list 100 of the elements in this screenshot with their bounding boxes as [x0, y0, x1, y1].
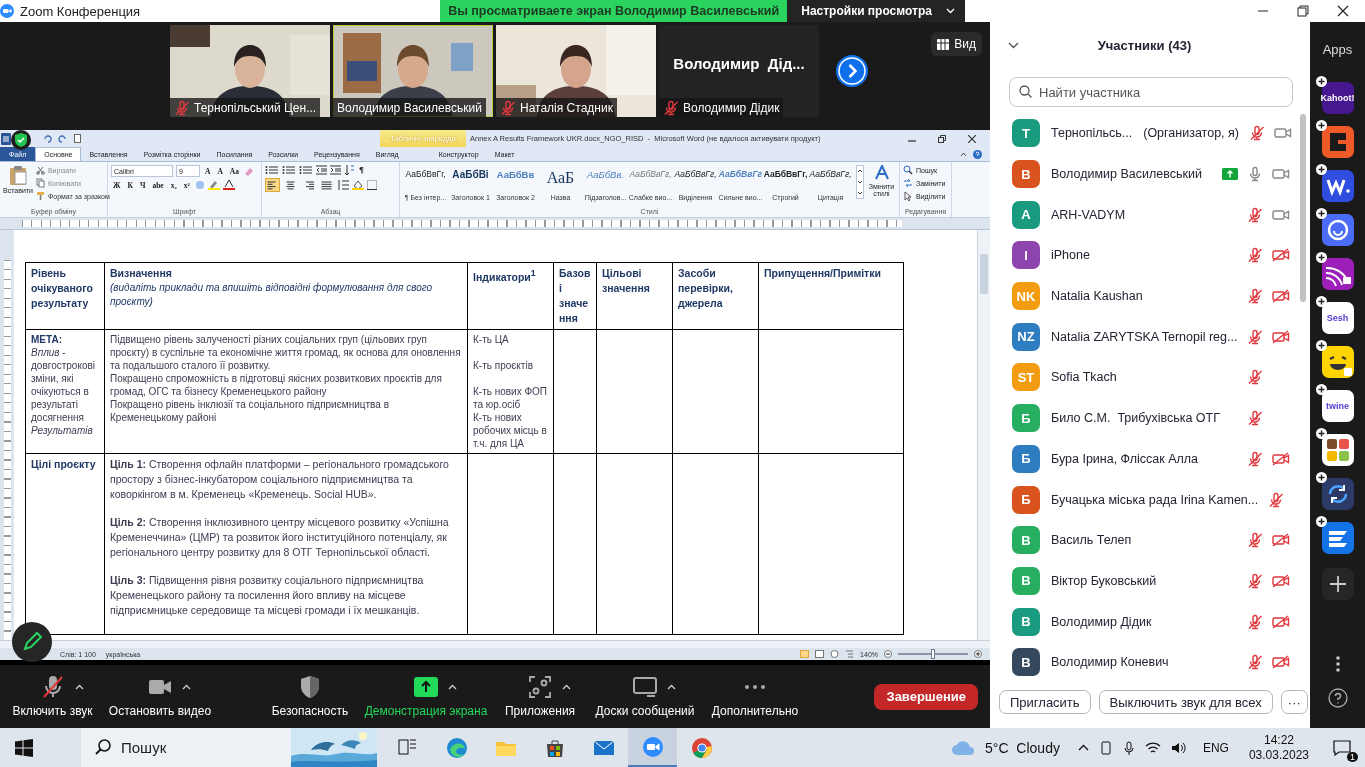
caret-up-icon[interactable] [448, 684, 457, 690]
reading-layout-icon[interactable] [815, 650, 825, 658]
add-icon[interactable] [1315, 384, 1327, 395]
toolbar-button[interactable]: Безопасность [265, 675, 355, 718]
add-icon[interactable] [1315, 120, 1327, 131]
tray-chevron-icon[interactable] [1077, 744, 1089, 751]
chrome-browser-icon [690, 736, 713, 759]
end-meeting-button[interactable]: Завершение [874, 683, 978, 710]
tray-device-icon[interactable] [1098, 740, 1113, 755]
app-icon[interactable]: Sesh [1321, 302, 1354, 334]
zoom-app-icon [641, 735, 664, 758]
avatar: NZ [1012, 322, 1040, 351]
caret-up-icon[interactable] [562, 684, 571, 690]
toolbar-button[interactable]: Приложения [498, 675, 582, 718]
notification-count: 1 [1347, 751, 1358, 762]
taskbar-app-button[interactable] [628, 728, 677, 767]
line-spacing-icon[interactable] [337, 180, 349, 190]
redo-icon[interactable] [58, 134, 67, 143]
toolbar-button[interactable]: Включить звук [0, 675, 105, 718]
participant-role: (Организатор, я) [1143, 126, 1239, 141]
zoom-in-icon[interactable] [974, 650, 982, 658]
zoom-slider-thumb[interactable] [931, 649, 935, 659]
view-button[interactable]: Вид [931, 32, 982, 56]
add-icon[interactable] [1315, 428, 1327, 439]
multilevel-list-icon[interactable] [299, 165, 313, 175]
wifi-icon[interactable] [1144, 740, 1161, 755]
add-icon[interactable] [1315, 208, 1327, 219]
shield-icon [298, 675, 322, 699]
caret-up-icon[interactable] [667, 684, 676, 690]
participant-name: Наталія Стадник [520, 100, 613, 115]
start-icon[interactable] [15, 738, 33, 757]
close-icon[interactable] [1337, 5, 1349, 17]
restore-icon[interactable] [1297, 5, 1309, 17]
panel-button[interactable]: Пригласить [999, 690, 1091, 714]
add-icon[interactable] [1315, 340, 1327, 351]
search-icon [903, 165, 913, 175]
restore-icon[interactable] [938, 134, 946, 143]
caret-up-icon[interactable] [74, 684, 84, 690]
cell-text: Ціль 2: Створення інклюзивного центру місцевого розвитку «Успішна Кременеччина» (ЦМР) та розвиток його інституційного потенціалу, як регіонального центру розвитку для 8 ОТГ Тернопільської області. [110, 515, 450, 560]
numbered-list-icon[interactable] [282, 165, 296, 175]
web-layout-icon[interactable] [830, 650, 840, 658]
add-icon[interactable] [1315, 296, 1327, 307]
microphone-icon[interactable] [1122, 740, 1135, 755]
align-button[interactable] [319, 178, 334, 192]
app-icon[interactable]: Kahoot! [1321, 82, 1354, 114]
notification-icon[interactable] [1333, 739, 1351, 756]
toolbar-button[interactable]: Доски сообщений [590, 675, 700, 718]
avatar: В [1012, 160, 1040, 189]
next-page-icon[interactable] [836, 55, 868, 87]
help-icon[interactable] [973, 149, 982, 159]
cell-text: МЕТА: [31, 333, 64, 346]
taskbar-search-field[interactable]: Пошук [81, 728, 291, 767]
participant-name: ARH-VADYM [1051, 207, 1126, 222]
column-header: Визначення [110, 266, 173, 281]
help-icon[interactable] [1327, 688, 1348, 708]
zoom-out-icon[interactable] [884, 650, 892, 658]
decrease-indent-icon[interactable] [316, 165, 327, 175]
caret-up-icon[interactable] [182, 684, 191, 690]
volume-icon[interactable] [1170, 740, 1187, 755]
show-marks-button[interactable]: ¶ [357, 165, 366, 175]
font-color-icon[interactable] [222, 180, 235, 190]
borders-icon[interactable] [367, 180, 377, 190]
chevron-down-icon [945, 8, 955, 14]
view-settings-button[interactable]: Настройки просмотра [787, 0, 965, 22]
app-icon[interactable]: twine [1321, 390, 1354, 422]
toolbar-button[interactable]: Остановить видео [105, 675, 215, 718]
document-icon[interactable] [73, 134, 82, 143]
participant-name: Володимир Дідик [683, 100, 780, 115]
collapse-chevron-icon[interactable] [1008, 41, 1019, 49]
whiteboard-icon [633, 675, 657, 699]
weather-text: 5°C Cloudy [985, 739, 1060, 756]
column-header: Індикатори$^{1}$ [473, 267, 537, 285]
participant-name: Тернопільсь... [1051, 126, 1133, 141]
sort-icon[interactable] [344, 165, 354, 175]
add-icon[interactable] [1315, 516, 1327, 527]
add-icon[interactable] [1315, 164, 1327, 175]
more-icon[interactable] [1335, 656, 1340, 672]
add-icon[interactable] [1315, 76, 1327, 87]
bullet-list-icon[interactable] [265, 165, 279, 175]
gallery-scroll-icon[interactable] [856, 165, 864, 199]
toolbar-button[interactable]: Дополнительно [705, 675, 805, 718]
add-icon[interactable] [1315, 252, 1327, 263]
shading-icon[interactable] [352, 180, 364, 190]
add-icon[interactable] [1315, 472, 1327, 483]
panel-button[interactable]: Выключить звук для всех [1098, 690, 1273, 714]
add-app-icon[interactable] [1329, 576, 1346, 592]
increase-indent-icon[interactable] [330, 165, 341, 175]
close-icon[interactable] [968, 134, 976, 143]
cell-text: Ціль 3: Підвищення рівня розвитку соціального підприємництва Кременецького району та посилення його впливу на місцеве підприємницьке середовище та місцеві громади і їх мешканців. [110, 573, 425, 618]
search-field[interactable]: Найти участника [1009, 77, 1293, 107]
align-button[interactable] [265, 178, 280, 192]
collapse-ribbon-icon[interactable] [960, 150, 967, 158]
share-banner: Вы просматриваете экран Володимир Василевський [440, 0, 788, 22]
word-logo-icon [1, 132, 11, 145]
cell-text: К-ть нових робочих місць в т.ч. для ЦА [473, 411, 548, 450]
more-button[interactable]: ··· [1280, 690, 1308, 714]
clock-time: 14:22 [1263, 732, 1294, 748]
annotate-pen-icon[interactable] [12, 622, 52, 662]
undo-icon[interactable] [43, 134, 52, 143]
toolbar-button[interactable]: Демонстрация экрана [360, 675, 492, 718]
